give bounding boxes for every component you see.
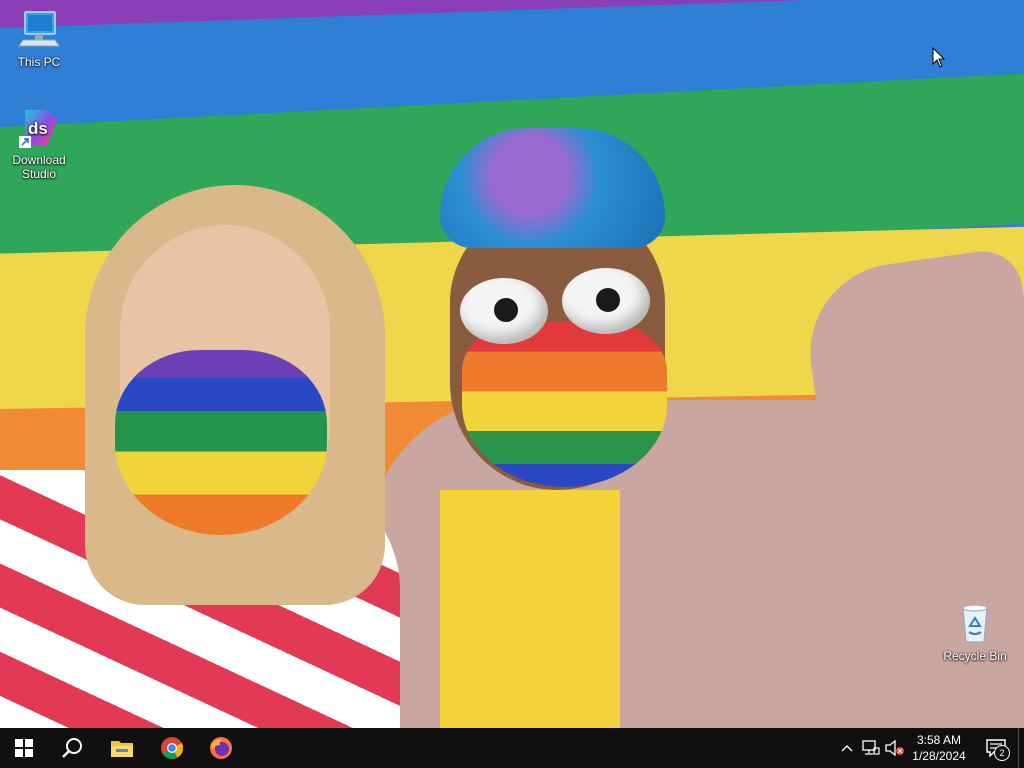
clock-date: 1/28/2024 bbox=[912, 749, 966, 763]
chrome-icon bbox=[161, 737, 184, 759]
desktop-icon-label: Download Studio bbox=[12, 153, 66, 181]
firefox-icon bbox=[210, 737, 232, 759]
taskbar-firefox[interactable] bbox=[197, 728, 245, 768]
clock-button[interactable]: 3:58 AM 1/28/2024 bbox=[906, 728, 972, 768]
volume-tray-button[interactable] bbox=[884, 728, 906, 768]
volume-muted-icon bbox=[885, 740, 904, 756]
computer-icon bbox=[18, 11, 60, 47]
chevron-up-icon bbox=[841, 745, 853, 752]
person-right-hair bbox=[440, 128, 665, 248]
desktop[interactable]: This PC ds Download Studio Recycle Bin 3… bbox=[0, 0, 1024, 768]
desktop-icon-label: Recycle Bin bbox=[943, 649, 1007, 663]
person-right-tshirt bbox=[440, 490, 620, 728]
desktop-icon-recycle-bin[interactable]: Recycle Bin bbox=[937, 602, 1013, 663]
show-desktop-button[interactable] bbox=[1018, 728, 1024, 768]
clock-time: 3:58 AM bbox=[916, 733, 962, 747]
network-tray-button[interactable] bbox=[860, 728, 882, 768]
action-center-button[interactable]: 2 bbox=[978, 728, 1014, 768]
notification-count-badge: 2 bbox=[994, 745, 1010, 761]
desktop-icon-download-studio[interactable]: ds Download Studio bbox=[1, 106, 77, 181]
start-button[interactable] bbox=[0, 728, 48, 768]
person-right-rainbow-mask bbox=[462, 322, 667, 487]
taskbar-chrome[interactable] bbox=[148, 728, 196, 768]
googly-eye-right bbox=[562, 268, 650, 334]
wallpaper-image bbox=[0, 0, 1024, 728]
show-hidden-icons-button[interactable] bbox=[836, 728, 858, 768]
mouse-cursor-icon bbox=[932, 47, 946, 68]
person-left-rainbow-mask bbox=[115, 350, 327, 535]
download-studio-icon: ds bbox=[19, 110, 57, 148]
recycle-bin-icon bbox=[962, 604, 988, 643]
file-explorer-icon bbox=[111, 741, 133, 757]
search-icon bbox=[62, 738, 82, 758]
taskbar: 3:58 AM 1/28/2024 2 bbox=[0, 728, 1024, 768]
windows-logo-icon bbox=[15, 739, 33, 757]
googly-eye-left bbox=[460, 278, 548, 344]
network-icon bbox=[862, 740, 880, 755]
desktop-icon-label: This PC bbox=[17, 55, 61, 69]
search-button[interactable] bbox=[48, 728, 96, 768]
taskbar-file-explorer[interactable] bbox=[98, 728, 146, 768]
svg-text:ds: ds bbox=[28, 119, 48, 138]
desktop-icon-this-pc[interactable]: This PC bbox=[1, 8, 77, 69]
